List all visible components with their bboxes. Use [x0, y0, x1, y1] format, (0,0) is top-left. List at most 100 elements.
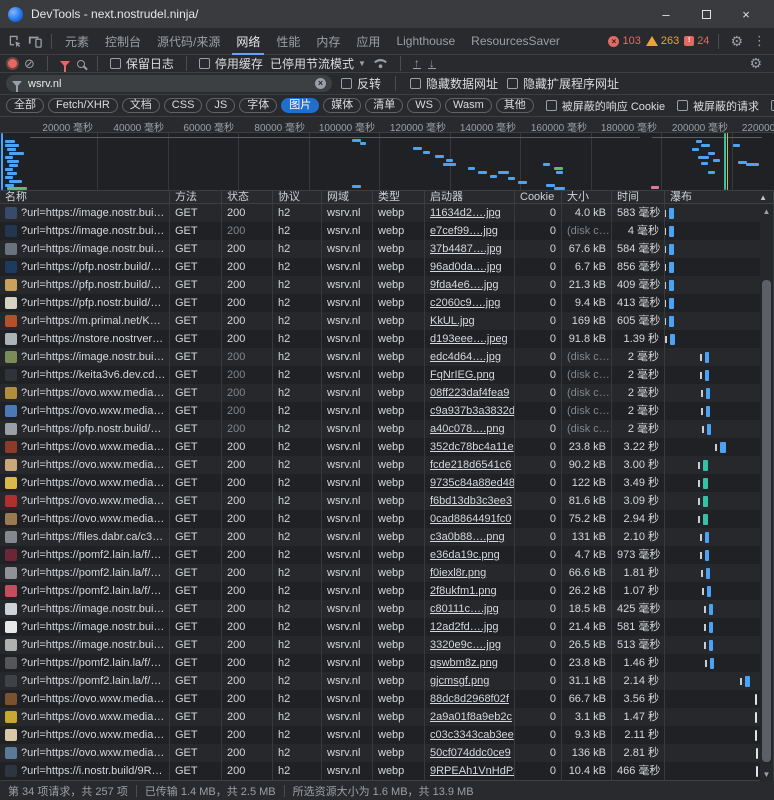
- table-row[interactable]: ?url=https://pfp.nostr.build/…GET200h2ws…: [0, 258, 774, 276]
- tab-应用[interactable]: 应用: [348, 28, 388, 55]
- column-header-状态[interactable]: 状态: [222, 191, 273, 203]
- chip-JS[interactable]: JS: [206, 98, 235, 113]
- initiator-link[interactable]: 11634d2….jpg: [430, 207, 501, 219]
- clear-filter-icon[interactable]: ×: [315, 78, 326, 89]
- minimize-button[interactable]: –: [646, 0, 686, 28]
- table-row[interactable]: ?url=https://ovo.wxw.media…GET200h2wsrv.…: [0, 708, 774, 726]
- column-header-Cookie[interactable]: Cookie: [515, 191, 562, 203]
- tab-ResourcesSaver[interactable]: ResourcesSaver: [463, 28, 568, 55]
- initiator-link[interactable]: gjcmsgf.png: [430, 675, 489, 687]
- invert-checkbox[interactable]: 反转: [341, 75, 381, 92]
- initiator-link[interactable]: 37b4487….jpg: [430, 243, 502, 255]
- table-row[interactable]: ?url=https://files.dabr.ca/c3…GET200h2ws…: [0, 528, 774, 546]
- initiator-link[interactable]: 96ad0da….jpg: [430, 261, 502, 273]
- table-row[interactable]: ?url=https://image.nostr.bui…GET200h2wsr…: [0, 636, 774, 654]
- initiator-link[interactable]: edc4d64….jpg: [430, 351, 501, 363]
- disable-cache-checkbox[interactable]: 停用缓存: [199, 55, 263, 72]
- device-toolbar-icon[interactable]: [28, 34, 42, 48]
- table-row[interactable]: ?url=https://nstore.nostrver…GET200h2wsr…: [0, 330, 774, 348]
- table-row[interactable]: ?url=https://pomf2.lain.la/f/…GET200h2ws…: [0, 672, 774, 690]
- tab-性能[interactable]: 性能: [268, 28, 308, 55]
- initiator-link[interactable]: 0cad8864491fc0: [430, 513, 511, 525]
- chip-Fetch/XHR[interactable]: Fetch/XHR: [48, 98, 118, 113]
- initiator-link[interactable]: 08ff223daf4fea9: [430, 387, 509, 399]
- initiator-link[interactable]: 3320e9c….jpg: [430, 639, 501, 651]
- table-row[interactable]: ?url=https://pomf2.lain.la/f/…GET200h2ws…: [0, 546, 774, 564]
- chip-清单[interactable]: 清单: [365, 98, 403, 113]
- column-header-大小[interactable]: 大小: [562, 191, 612, 203]
- initiator-link[interactable]: c80111c….jpg: [430, 603, 499, 615]
- throttling-dropdown[interactable]: 已停用节流模式▼: [270, 55, 366, 72]
- table-row[interactable]: ?url=https://pfp.nostr.build/…GET200h2ws…: [0, 276, 774, 294]
- chip-图片[interactable]: 图片: [281, 98, 319, 113]
- initiator-link[interactable]: 9735c84a88ed48: [430, 477, 515, 489]
- filter-input-pill[interactable]: ×: [6, 75, 332, 92]
- column-header-类型[interactable]: 类型: [373, 191, 425, 203]
- table-row[interactable]: ?url=https://ovo.wxw.media…GET200h2wsrv.…: [0, 492, 774, 510]
- table-row[interactable]: ?url=https://ovo.wxw.media…GET200h2wsrv.…: [0, 456, 774, 474]
- import-har-icon[interactable]: ↑: [413, 58, 421, 69]
- hide-data-urls-checkbox[interactable]: 隐藏数据网址: [410, 75, 498, 92]
- initiator-link[interactable]: e36da19c.png: [430, 549, 500, 561]
- chip-媒体[interactable]: 媒体: [323, 98, 361, 113]
- initiator-link[interactable]: f0iexl8r.png: [430, 567, 486, 579]
- initiator-link[interactable]: 88dc8d2968f02f: [430, 693, 509, 705]
- initiator-link[interactable]: c2060c9….jpg: [430, 297, 500, 309]
- blocked-cookies-checkbox[interactable]: 被屏蔽的响应 Cookie: [546, 98, 665, 114]
- table-row[interactable]: ?url=https://ovo.wxw.media…GET200h2wsrv.…: [0, 726, 774, 744]
- initiator-link[interactable]: qswbm8z.png: [430, 657, 498, 669]
- initiator-link[interactable]: 50cf074ddc0ce9: [430, 747, 511, 759]
- column-header-时间[interactable]: 时间: [612, 191, 665, 203]
- column-header-协议[interactable]: 协议: [273, 191, 322, 203]
- initiator-link[interactable]: c9a937b3a3832d: [430, 405, 515, 417]
- table-row[interactable]: ?url=https://pomf2.lain.la/f/…GET200h2ws…: [0, 564, 774, 582]
- chip-其他[interactable]: 其他: [496, 98, 534, 113]
- table-row[interactable]: ?url=https://ovo.wxw.media…GET200h2wsrv.…: [0, 474, 774, 492]
- network-conditions-icon[interactable]: [373, 58, 388, 69]
- scroll-down-icon[interactable]: ▼: [760, 770, 773, 779]
- initiator-link[interactable]: 2f8ukfm1.png: [430, 585, 497, 597]
- tab-元素[interactable]: 元素: [57, 28, 97, 55]
- scroll-up-icon[interactable]: ▲: [760, 207, 773, 216]
- column-header-名称[interactable]: 名称: [0, 191, 170, 203]
- warning-badge[interactable]: 263: [646, 35, 679, 47]
- table-row[interactable]: ?url=https://image.nostr.bui…GET200h2wsr…: [0, 348, 774, 366]
- hide-extension-urls-checkbox[interactable]: 隐藏扩展程序网址: [507, 75, 619, 92]
- initiator-link[interactable]: 12ad2fd….jpg: [430, 621, 499, 633]
- scrollbar-thumb[interactable]: [762, 280, 771, 762]
- table-row[interactable]: ?url=https://image.nostr.bui…GET200h2wsr…: [0, 240, 774, 258]
- initiator-link[interactable]: fcde218d6541c6: [430, 459, 511, 471]
- table-row[interactable]: ?url=https://pomf2.lain.la/f/…GET200h2ws…: [0, 654, 774, 672]
- initiator-link[interactable]: e7cef99….jpg: [430, 225, 498, 237]
- table-row[interactable]: ?url=https://ovo.wxw.media…GET200h2wsrv.…: [0, 690, 774, 708]
- inspect-element-icon[interactable]: [8, 34, 22, 48]
- maximize-button[interactable]: [686, 0, 726, 28]
- initiator-link[interactable]: FqNrIEG.png: [430, 369, 495, 381]
- initiator-link[interactable]: c3a0b88….png: [430, 531, 505, 543]
- table-row[interactable]: ?url=https://image.nostr.bui…GET200h2wsr…: [0, 600, 774, 618]
- chip-Wasm[interactable]: Wasm: [445, 98, 492, 113]
- initiator-link[interactable]: 352dc78bc4a11e: [430, 441, 514, 453]
- table-row[interactable]: ?url=https://pfp.nostr.build/…GET200h2ws…: [0, 420, 774, 438]
- column-header-方法[interactable]: 方法: [170, 191, 222, 203]
- chip-WS[interactable]: WS: [407, 98, 441, 113]
- filter-icon[interactable]: [60, 61, 70, 67]
- initiator-link[interactable]: a40c078….png: [430, 423, 505, 435]
- table-row[interactable]: ?url=https://keita3v6.dev.cd…GET200h2wsr…: [0, 366, 774, 384]
- initiator-link[interactable]: c03c3343cab3ee: [430, 729, 514, 741]
- more-options-icon[interactable]: ⋮: [749, 33, 770, 49]
- tab-内存[interactable]: 内存: [308, 28, 348, 55]
- initiator-link[interactable]: f6bd13db3c3ee3: [430, 495, 512, 507]
- column-header-瀑布[interactable]: 瀑布▲: [665, 191, 774, 203]
- vertical-scrollbar[interactable]: ▲ ▼: [760, 205, 773, 781]
- initiator-link[interactable]: 9RPEAh1VnHdPz: [430, 765, 515, 777]
- initiator-link[interactable]: d193eee….jpeg: [430, 333, 508, 345]
- chip-全部[interactable]: 全部: [6, 98, 44, 113]
- tab-Lighthouse[interactable]: Lighthouse: [388, 28, 463, 55]
- issues-badge[interactable]: !24: [684, 35, 709, 47]
- column-header-网域[interactable]: 网域: [322, 191, 373, 203]
- table-row[interactable]: ?url=https://image.nostr.bui…GET200h2wsr…: [0, 204, 774, 222]
- close-button[interactable]: ×: [726, 0, 766, 28]
- chip-CSS[interactable]: CSS: [164, 98, 203, 113]
- preserve-log-checkbox[interactable]: 保留日志: [110, 55, 174, 72]
